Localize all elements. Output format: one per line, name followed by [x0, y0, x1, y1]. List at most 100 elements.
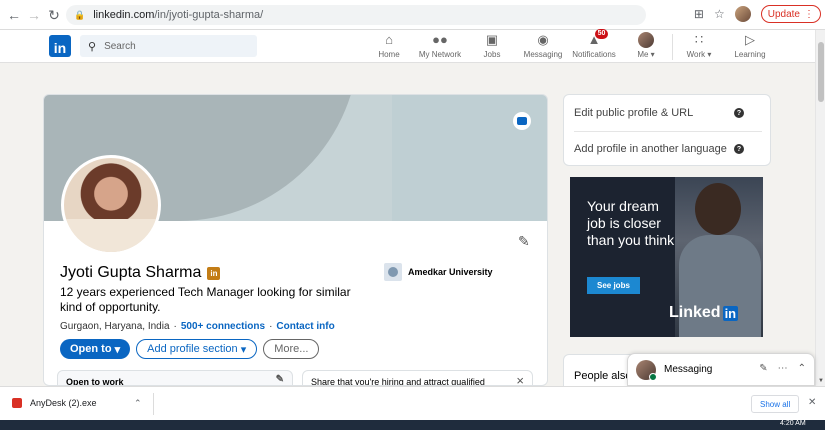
edit-public-profile-link[interactable]: Edit public profile & URL: [574, 107, 693, 119]
contact-info-link[interactable]: Contact info: [276, 321, 334, 332]
separator: ·: [269, 321, 273, 332]
nav-label: Me ▾: [637, 50, 655, 59]
chevron-up-icon[interactable]: ⌃: [134, 398, 142, 409]
nav-label: Work ▾: [686, 50, 712, 59]
nav-messaging[interactable]: ◉ Messaging: [518, 32, 568, 59]
url-path: /in/jyoti-gupta-sharma/: [154, 9, 264, 21]
anydesk-icon: [12, 398, 22, 408]
profile-settings-card: Edit public profile & URL ? Add profile …: [563, 94, 771, 166]
add-profile-section-button[interactable]: Add profile section ▾: [136, 339, 258, 359]
play-icon: ▷: [745, 32, 755, 47]
linkedin-logo[interactable]: in: [49, 35, 71, 57]
taskbar: 4:20 AM: [0, 420, 825, 430]
profile-photo[interactable]: [61, 155, 161, 255]
edit-pencil-icon[interactable]: ✎: [276, 374, 284, 385]
nav-label: Home: [378, 50, 400, 59]
update-button[interactable]: Update ⋮: [760, 5, 821, 23]
nav-my-network[interactable]: ●● My Network: [415, 32, 465, 59]
people-also-label: People also: [574, 370, 632, 382]
search-icon: ⚲: [88, 40, 97, 53]
home-icon: ⌂: [385, 32, 393, 47]
profile-avatar[interactable]: [734, 6, 751, 22]
address-bar[interactable]: 🔒 linkedin.com/in/jyoti-gupta-sharma/: [66, 5, 646, 25]
nav-learning[interactable]: ▷ Learning: [725, 32, 775, 59]
profile-name: Jyoti Gupta Sharma in: [60, 264, 221, 282]
connections-link[interactable]: 500+ connections: [181, 321, 265, 332]
nav-label: Jobs: [483, 50, 501, 59]
location-row: Gurgaon, Haryana, India · 500+ connectio…: [60, 321, 335, 332]
more-options-icon[interactable]: ⋯: [778, 363, 788, 374]
download-filename: AnyDesk (2).exe: [30, 398, 97, 408]
camera-icon[interactable]: [513, 112, 531, 130]
chevron-up-icon[interactable]: ⌃: [798, 363, 806, 374]
clock: 4:20 AM: [780, 420, 806, 427]
nav-jobs[interactable]: ▣ Jobs: [467, 32, 517, 59]
network-icon: ●●: [432, 32, 448, 47]
show-all-button[interactable]: Show all: [751, 395, 800, 413]
separator: ·: [173, 321, 177, 332]
extensions-icon[interactable]: ⊞: [694, 7, 704, 21]
star-icon[interactable]: ☆: [714, 7, 725, 21]
back-icon[interactable]: ←: [4, 5, 24, 25]
help-icon[interactable]: ?: [734, 108, 744, 118]
open-to-work-label: Open to work: [66, 377, 124, 386]
ad-headline: Your dream job is closer than you think: [587, 198, 675, 248]
lock-icon: 🔒: [74, 9, 86, 20]
nav-divider: [672, 34, 673, 60]
open-to-button[interactable]: Open to ▾: [60, 339, 131, 359]
nav-label: Messaging: [523, 50, 563, 59]
add-language-link[interactable]: Add profile in another language: [574, 143, 727, 155]
location-text: Gurgaon, Haryana, India: [60, 321, 170, 332]
nav-home[interactable]: ⌂ Home: [364, 32, 414, 59]
advertisement[interactable]: Your dream job is closer than you think …: [570, 177, 763, 337]
compose-icon[interactable]: ✎: [759, 363, 767, 374]
search-placeholder: Search: [104, 40, 136, 52]
search-input[interactable]: ⚲ Search: [80, 35, 257, 57]
see-jobs-button[interactable]: See jobs: [587, 277, 640, 294]
nav-label: My Network: [418, 50, 462, 59]
hiring-card[interactable]: Share that you're hiring and attract qua…: [302, 370, 533, 386]
education-entry[interactable]: Amedkar University: [384, 263, 493, 281]
education-name: Amedkar University: [408, 267, 493, 277]
grid-icon: ∷: [694, 32, 704, 47]
avatar-icon: [638, 32, 654, 48]
reload-icon[interactable]: ↻: [44, 5, 64, 25]
help-icon[interactable]: ?: [734, 144, 744, 154]
browser-toolbar: ← → ↻ 🔒 linkedin.com/in/jyoti-gupta-shar…: [0, 0, 825, 30]
nav-me[interactable]: Me ▾: [621, 32, 671, 59]
download-item[interactable]: AnyDesk (2).exe: [12, 398, 97, 408]
edit-pencil-icon[interactable]: ✎: [518, 233, 530, 250]
briefcase-icon: ▣: [485, 32, 499, 47]
profile-card: ✎ Jyoti Gupta Sharma in 12 years experie…: [43, 94, 548, 386]
nav-label: Notifications: [572, 50, 616, 59]
profile-name-text: Jyoti Gupta Sharma: [60, 264, 202, 281]
linkedin-header: in ⚲ Search ⌂ Home ●● My Network ▣ Jobs …: [0, 29, 815, 63]
nav-work[interactable]: ∷ Work ▾: [674, 32, 724, 59]
scroll-down-icon[interactable]: ▼: [818, 378, 824, 384]
hiring-text: Share that you're hiring and attract qua…: [311, 377, 485, 386]
more-button[interactable]: More...: [263, 339, 320, 359]
close-icon[interactable]: ×: [516, 373, 524, 385]
profile-headline: 12 years experienced Tech Manager lookin…: [60, 285, 351, 314]
university-logo: [384, 263, 402, 281]
divider: [153, 393, 154, 415]
page-scrollbar[interactable]: ▼: [815, 30, 825, 386]
linkedin-premium-icon: in: [207, 266, 221, 280]
notification-badge: 50: [594, 29, 609, 39]
open-to-work-card[interactable]: Open to work ✎: [57, 370, 293, 386]
linkedin-ad-logo: Linked in: [669, 304, 739, 321]
scroll-thumb[interactable]: [818, 42, 824, 102]
url-host: linkedin.com: [93, 9, 155, 21]
kebab-icon: ⋮: [804, 8, 814, 20]
forward-icon[interactable]: →: [24, 5, 44, 25]
messaging-panel[interactable]: Messaging ✎ ⋯ ⌃: [627, 353, 815, 386]
messaging-avatar: [636, 359, 657, 381]
close-icon[interactable]: ✕: [808, 397, 816, 408]
nav-label: Learning: [734, 50, 766, 59]
divider: [574, 131, 762, 132]
bell-icon: ▲ 50: [588, 29, 609, 48]
downloads-bar: AnyDesk (2).exe ⌃ Show all ✕: [0, 386, 825, 420]
nav-notifications[interactable]: ▲ 50 Notifications: [569, 29, 619, 59]
messaging-title: Messaging: [664, 364, 713, 375]
update-label: Update: [767, 8, 800, 20]
